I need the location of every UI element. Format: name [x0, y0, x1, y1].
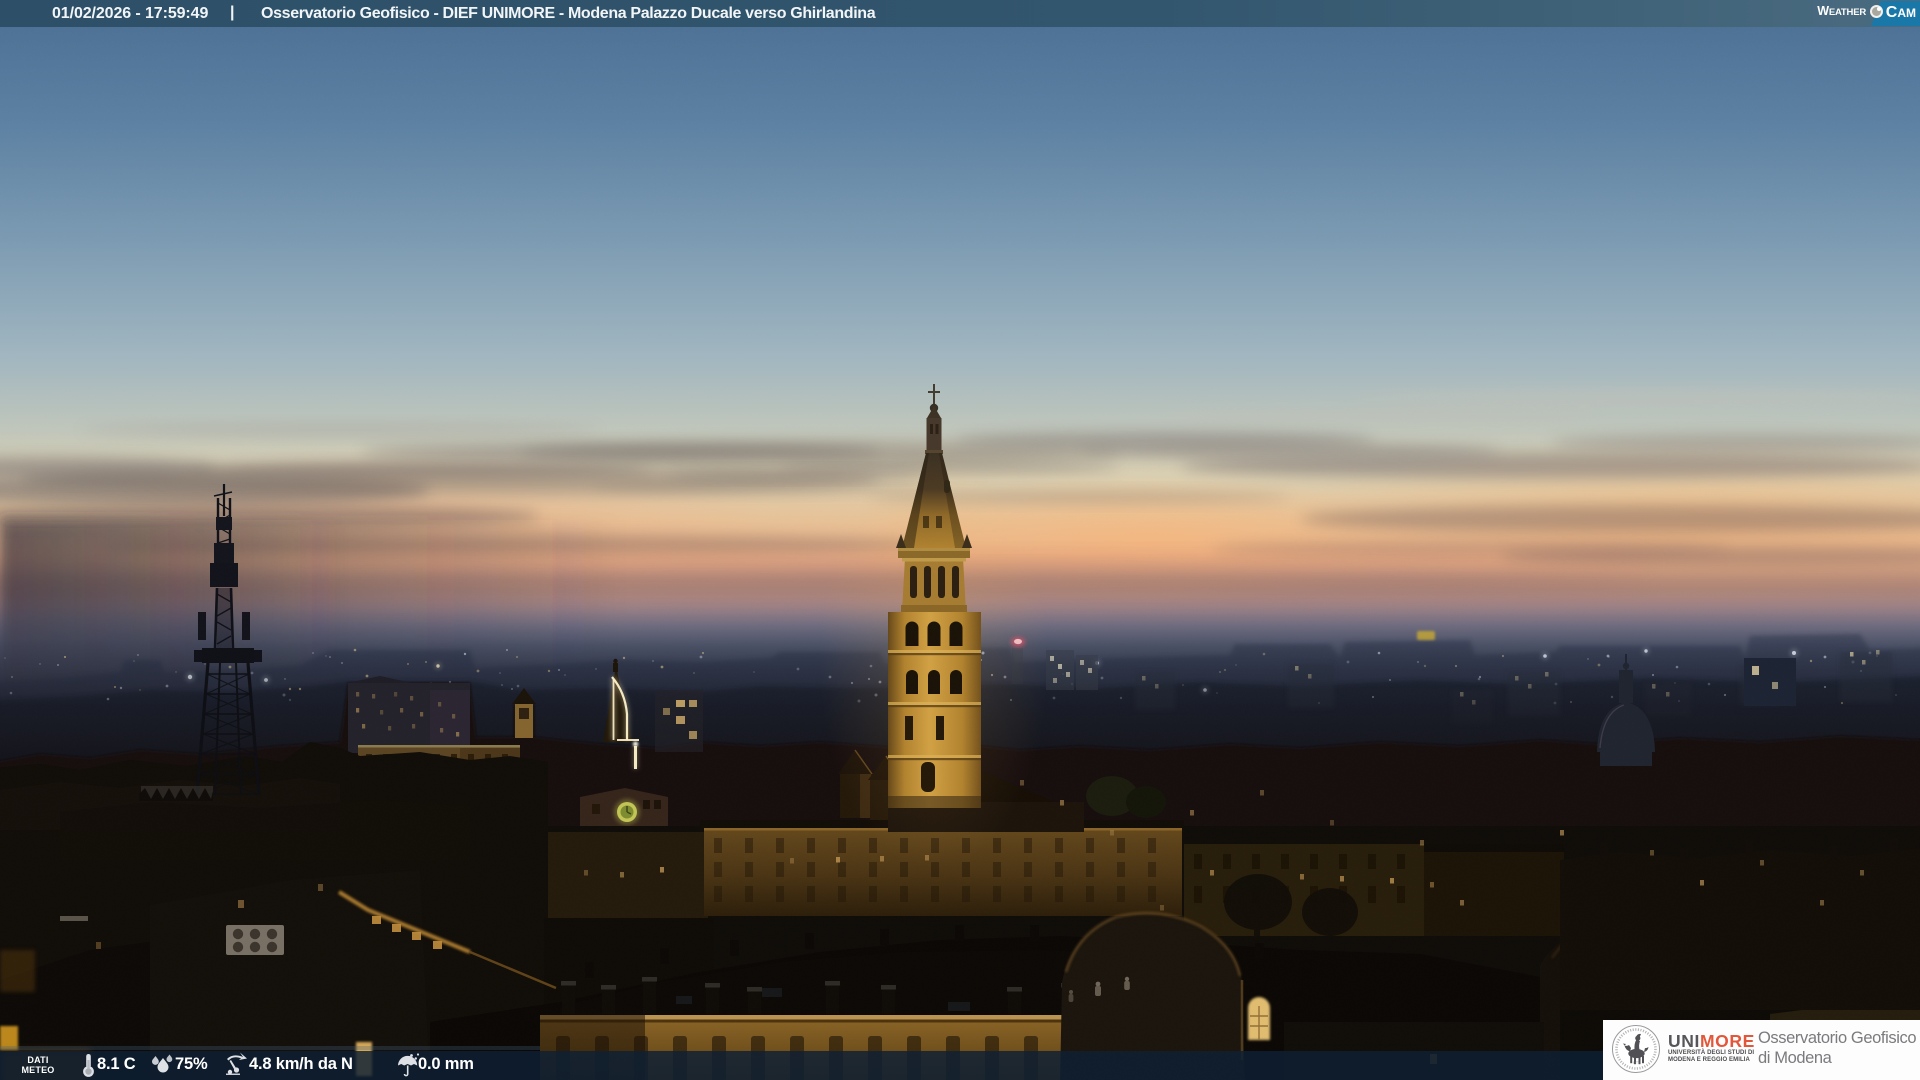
svg-text:1175: 1175 [1633, 1061, 1640, 1065]
